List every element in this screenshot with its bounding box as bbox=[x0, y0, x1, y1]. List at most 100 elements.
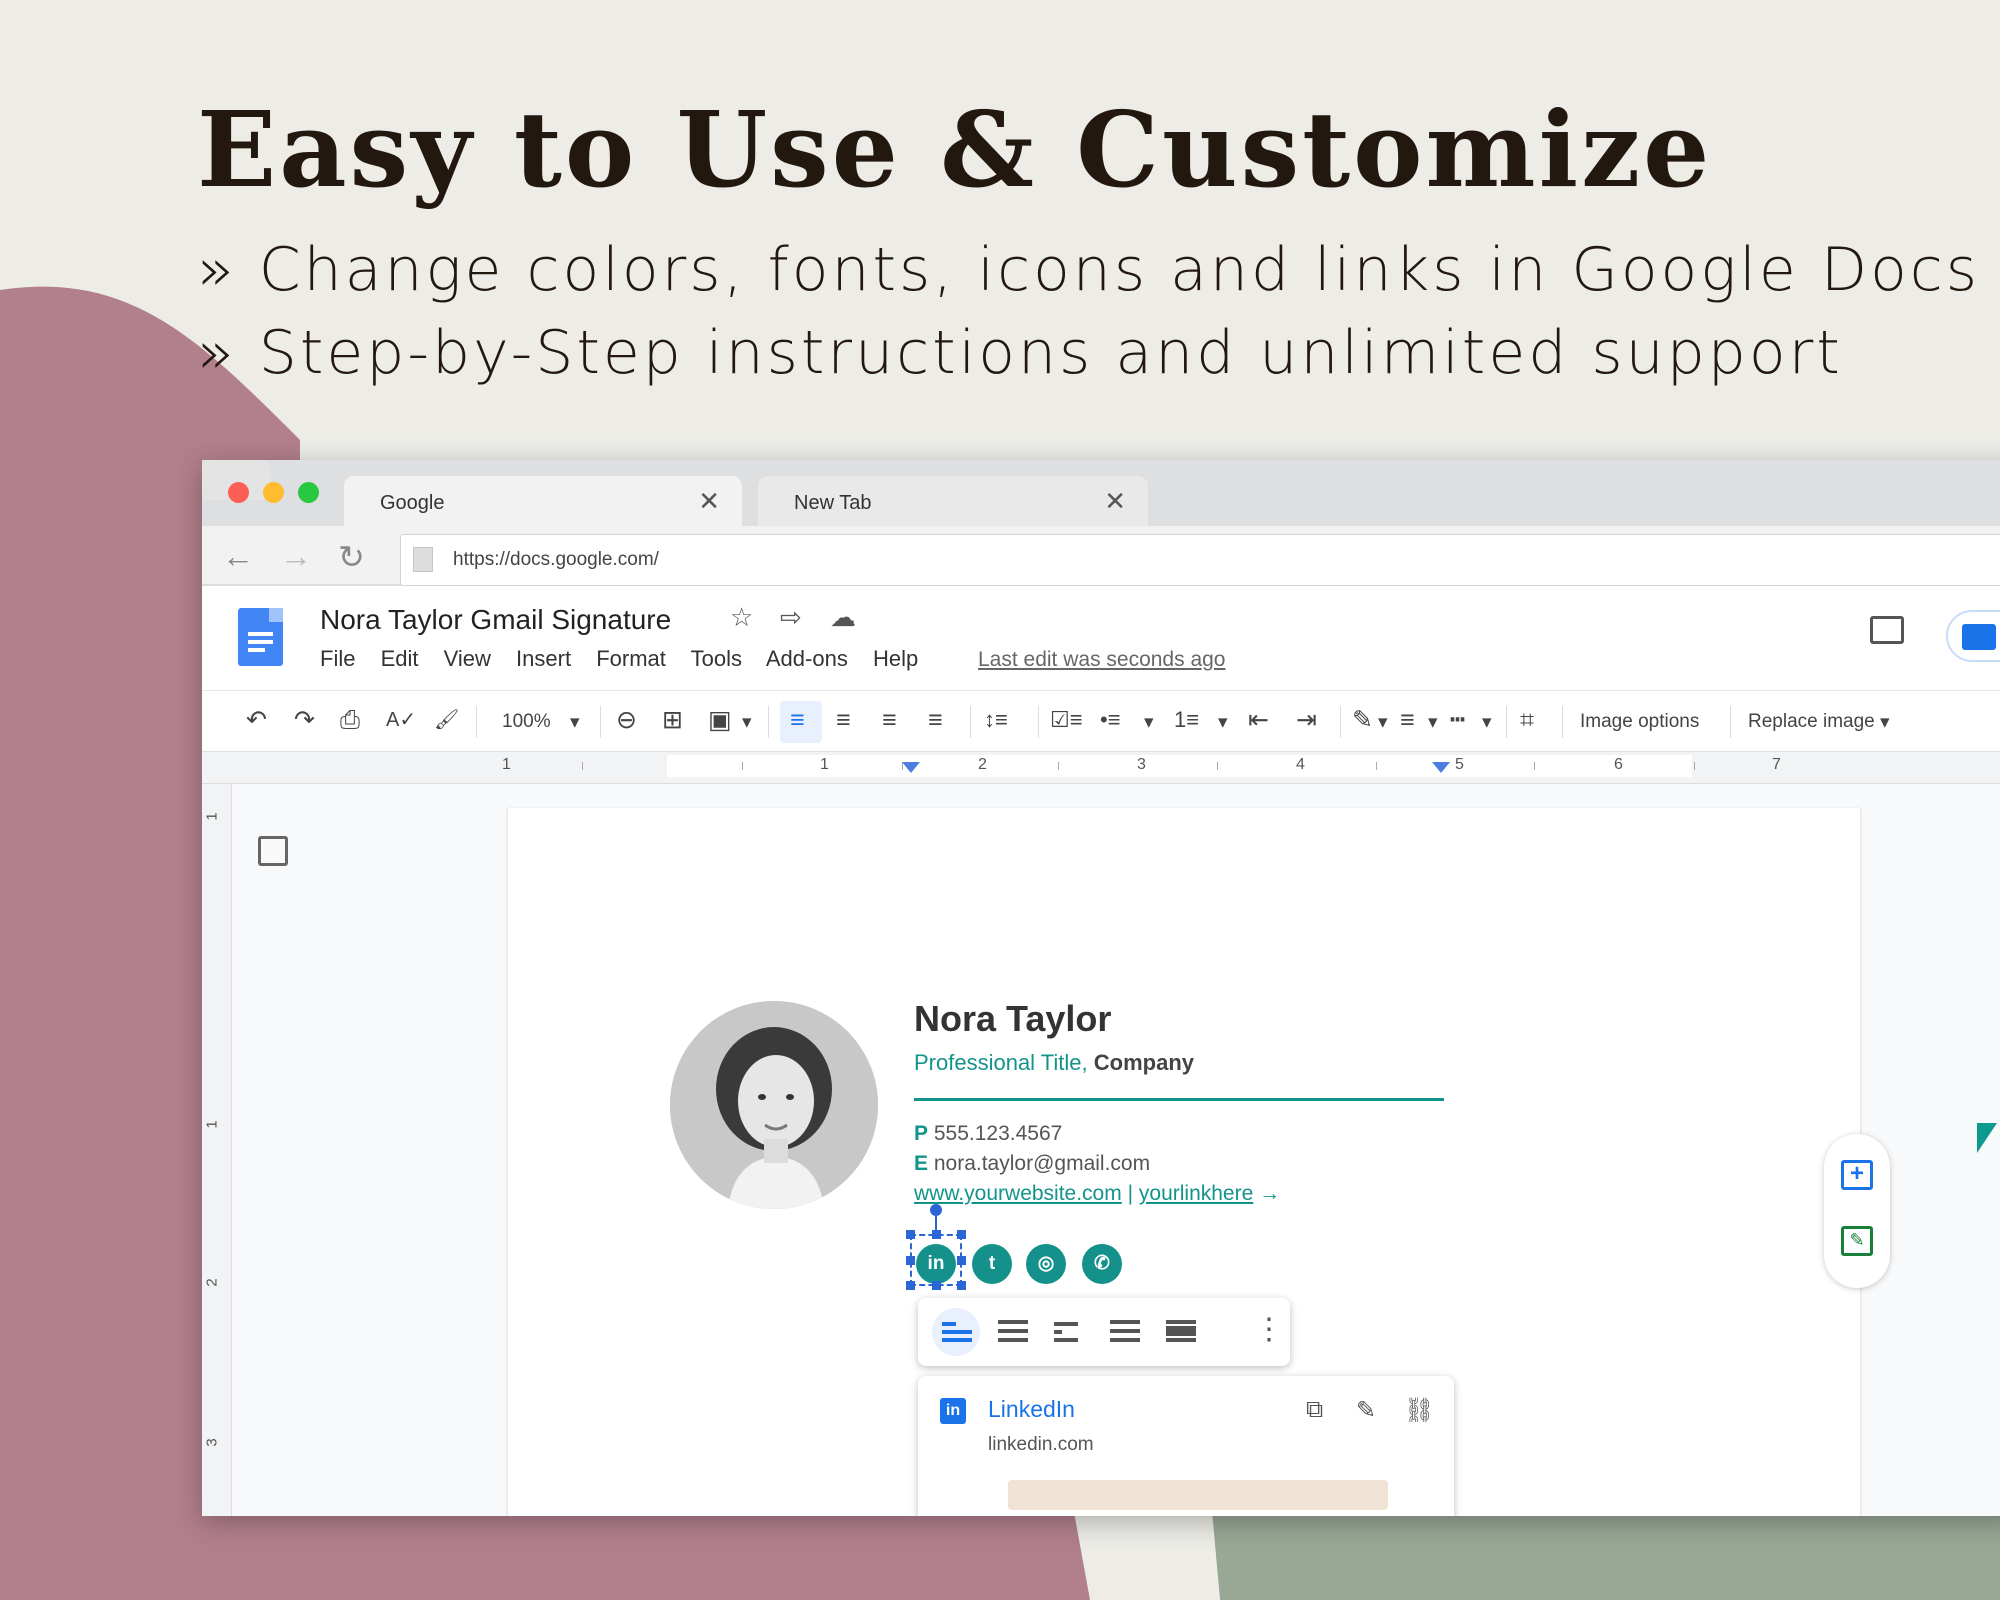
horizontal-ruler[interactable]: 1 1 2 3 4 5 6 7 bbox=[202, 752, 2000, 784]
align-center-icon[interactable]: ≡ bbox=[836, 705, 851, 735]
docs-logo-icon[interactable] bbox=[238, 608, 283, 666]
right-indent-marker[interactable] bbox=[1432, 762, 1450, 773]
star-icon[interactable]: ☆ bbox=[730, 602, 753, 633]
vruler-number: 1 bbox=[203, 812, 221, 821]
decrease-indent-icon[interactable]: ⇤ bbox=[1248, 705, 1269, 735]
menu-edit[interactable]: Edit bbox=[381, 646, 419, 671]
move-folder-icon[interactable]: ⇨ bbox=[780, 602, 802, 633]
front-of-text-icon[interactable] bbox=[1166, 1318, 1196, 1344]
menu-add-ons[interactable]: Add-ons bbox=[766, 646, 848, 671]
bullets-dropdown-icon[interactable]: ▾ bbox=[1144, 711, 1154, 734]
copy-link-icon[interactable]: ⧉ bbox=[1306, 1396, 1323, 1424]
link-preview-thumbnail bbox=[1008, 1480, 1388, 1510]
zoom-dropdown-icon[interactable]: ▾ bbox=[570, 711, 580, 734]
crop-image-icon[interactable]: ⌗ bbox=[1520, 705, 1534, 735]
ruler-number: 3 bbox=[1137, 756, 1146, 773]
menu-help[interactable]: Help bbox=[873, 646, 918, 671]
link-card-title[interactable]: LinkedIn bbox=[988, 1396, 1075, 1423]
close-window-dot[interactable] bbox=[228, 482, 249, 503]
forward-arrow-icon[interactable]: → bbox=[280, 538, 312, 575]
suggest-edits-icon[interactable]: ✎ bbox=[1841, 1226, 1873, 1256]
justify-icon[interactable]: ≡ bbox=[928, 705, 943, 735]
replace-image-button[interactable]: Replace image bbox=[1748, 711, 1875, 733]
back-arrow-icon[interactable]: ← bbox=[222, 538, 254, 575]
numbered-dropdown-icon[interactable]: ▾ bbox=[1218, 711, 1228, 734]
align-left-icon[interactable]: ≡ bbox=[790, 705, 805, 735]
checklist-icon[interactable]: ☑≡ bbox=[1050, 705, 1083, 735]
menu-view[interactable]: View bbox=[444, 646, 491, 671]
instagram-icon[interactable]: ◎ bbox=[1026, 1244, 1066, 1284]
more-options-icon[interactable]: ⋮ bbox=[1254, 1312, 1284, 1347]
link-preview-card: in LinkedIn linkedin.com ⧉ ✎ ⛓ bbox=[918, 1376, 1454, 1516]
website-link[interactable]: www.yourwebsite.com bbox=[914, 1182, 1122, 1205]
edit-link-icon[interactable]: ✎ bbox=[1356, 1396, 1376, 1425]
redo-icon[interactable]: ↷ bbox=[294, 705, 315, 735]
menu-format[interactable]: Format bbox=[596, 646, 666, 671]
unlink-icon[interactable]: ⛓ bbox=[1404, 1396, 1434, 1425]
image-dropdown-icon[interactable]: ▾ bbox=[742, 711, 752, 734]
menu-insert[interactable]: Insert bbox=[516, 646, 571, 671]
rotate-handle[interactable] bbox=[930, 1204, 942, 1216]
break-text-icon[interactable] bbox=[1054, 1318, 1084, 1344]
menu-tools[interactable]: Tools bbox=[691, 646, 742, 671]
zoom-select[interactable]: 100% bbox=[502, 711, 551, 733]
phone-line: P 555.123.4567 bbox=[914, 1122, 1062, 1146]
upload-icon bbox=[1962, 624, 1996, 650]
wrap-text-icon[interactable] bbox=[998, 1318, 1028, 1344]
line-spacing-icon[interactable]: ↕≡ bbox=[984, 705, 1008, 735]
ruler-number: 1 bbox=[502, 756, 511, 773]
insert-image-icon[interactable]: ▣ bbox=[708, 705, 732, 735]
print-icon[interactable]: ⎙ bbox=[340, 705, 360, 735]
tab-google[interactable]: Google ✕ bbox=[344, 476, 742, 526]
inline-wrap-icon[interactable] bbox=[942, 1318, 972, 1344]
address-input[interactable]: https://docs.google.com/ bbox=[400, 534, 2000, 586]
link-arrow-icon: → bbox=[1259, 1182, 1281, 1205]
document-outline-icon[interactable] bbox=[258, 836, 288, 866]
behind-text-icon[interactable] bbox=[1110, 1318, 1140, 1344]
vruler-number: 3 bbox=[203, 1438, 221, 1447]
last-edit-link[interactable]: Last edit was seconds ago bbox=[978, 648, 1226, 672]
company-name: Company bbox=[1093, 1050, 1195, 1075]
spellcheck-icon[interactable]: A✓ bbox=[386, 705, 416, 735]
reload-icon[interactable]: ↻ bbox=[338, 538, 365, 576]
insert-link-icon[interactable]: ⊖ bbox=[616, 705, 637, 735]
close-tab-icon[interactable]: ✕ bbox=[1104, 486, 1126, 517]
tab-new-tab[interactable]: New Tab ✕ bbox=[758, 476, 1148, 526]
tab-strip: Google ✕ New Tab ✕ bbox=[202, 460, 2000, 526]
increase-indent-icon[interactable]: ⇥ bbox=[1296, 705, 1317, 735]
border-weight-dropdown-icon[interactable]: ▾ bbox=[1428, 711, 1438, 734]
undo-icon[interactable]: ↶ bbox=[246, 705, 267, 735]
align-right-icon[interactable]: ≡ bbox=[882, 705, 897, 735]
add-comment-icon[interactable]: ⊞ bbox=[662, 705, 683, 735]
left-indent-marker[interactable] bbox=[902, 762, 920, 773]
numbered-list-icon[interactable]: 1≡ bbox=[1174, 705, 1199, 735]
border-color-dropdown-icon[interactable]: ▾ bbox=[1378, 711, 1388, 734]
twitter-icon[interactable]: t bbox=[972, 1244, 1012, 1284]
document-title[interactable]: Nora Taylor Gmail Signature bbox=[320, 604, 671, 636]
phone-label: P bbox=[914, 1122, 929, 1145]
custom-link[interactable]: yourlinkhere bbox=[1139, 1182, 1253, 1205]
document-page[interactable]: Nora Taylor Professional Title, Company … bbox=[508, 808, 1860, 1516]
browser-window: Google ✕ New Tab ✕ ← → ↻ https://docs.go… bbox=[202, 460, 2000, 1516]
comment-history-icon[interactable] bbox=[1870, 616, 1904, 644]
bullet-customize: » Change colors, fonts, icons and links … bbox=[197, 235, 1981, 305]
add-comment-icon[interactable]: + bbox=[1841, 1160, 1873, 1190]
whatsapp-icon[interactable]: ✆ bbox=[1082, 1244, 1122, 1284]
share-button[interactable] bbox=[1946, 610, 2000, 662]
maximize-window-dot[interactable] bbox=[298, 482, 319, 503]
close-tab-icon[interactable]: ✕ bbox=[698, 486, 720, 517]
profile-photo[interactable] bbox=[670, 1001, 878, 1209]
bulleted-list-icon[interactable]: •≡ bbox=[1100, 705, 1121, 735]
minimize-window-dot[interactable] bbox=[263, 482, 284, 503]
image-options-button[interactable]: Image options bbox=[1580, 711, 1699, 733]
border-dash-icon[interactable]: ┅ bbox=[1450, 705, 1465, 735]
image-selection-box[interactable] bbox=[906, 1230, 966, 1290]
border-dash-dropdown-icon[interactable]: ▾ bbox=[1482, 711, 1492, 734]
paint-format-icon[interactable]: 🖌 bbox=[434, 705, 459, 735]
border-weight-icon[interactable]: ≡ bbox=[1400, 705, 1415, 735]
replace-image-dropdown-icon[interactable]: ▾ bbox=[1880, 711, 1890, 734]
menu-file[interactable]: File bbox=[320, 646, 355, 671]
cloud-status-icon[interactable]: ☁ bbox=[830, 602, 856, 633]
tab-label: New Tab bbox=[794, 492, 872, 514]
border-color-icon[interactable]: ✎ bbox=[1352, 705, 1373, 735]
